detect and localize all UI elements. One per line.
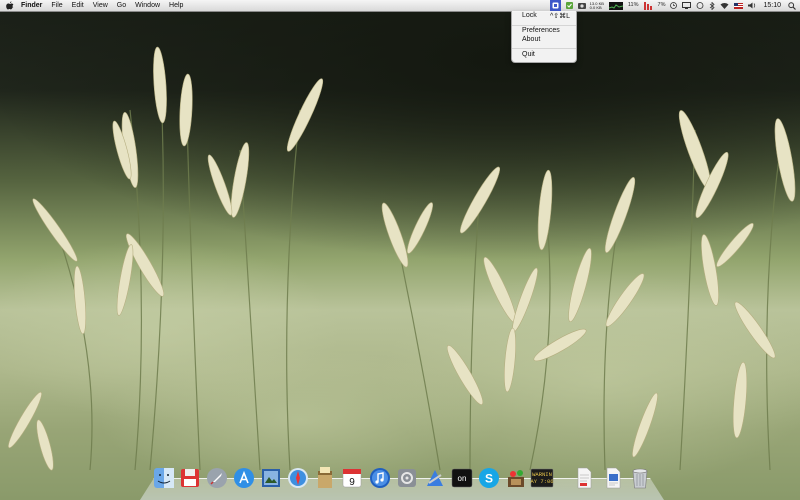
- cpu-monitor-icon[interactable]: [608, 0, 623, 11]
- system-preferences-icon[interactable]: [395, 466, 419, 490]
- menu-item-quit[interactable]: Quit: [522, 51, 535, 58]
- lock-extra-icon[interactable]: [549, 0, 561, 11]
- menu-separator: [512, 25, 576, 26]
- console-text-1: WARNIN: [532, 471, 552, 478]
- terminal-icon[interactable]: on: [450, 466, 474, 490]
- battery-percent-1: 11%: [627, 2, 639, 8]
- apple-icon[interactable]: [5, 0, 15, 11]
- volume-icon[interactable]: [748, 0, 757, 11]
- menu-edit[interactable]: Edit: [72, 0, 84, 11]
- clock-icon[interactable]: [670, 0, 678, 11]
- sync-icon[interactable]: [696, 0, 704, 11]
- calendar-icon[interactable]: 9: [340, 466, 364, 490]
- menu-window[interactable]: Window: [135, 0, 160, 11]
- clock-text[interactable]: 15:10: [763, 0, 781, 11]
- xcode-icon[interactable]: [423, 466, 447, 490]
- menu-file[interactable]: File: [51, 0, 62, 11]
- finder-icon[interactable]: [152, 466, 176, 490]
- menu-separator: [512, 48, 576, 49]
- trash-icon[interactable]: [628, 466, 652, 490]
- menu-view[interactable]: View: [93, 0, 108, 11]
- network-stats[interactable]: 13.0 KB 0.0 KB: [589, 1, 604, 10]
- spotlight-icon[interactable]: [788, 0, 796, 11]
- calendar-day: 9: [349, 477, 355, 488]
- app-store-icon[interactable]: [232, 466, 256, 490]
- document2-icon[interactable]: [601, 466, 625, 490]
- floppy-icon[interactable]: [178, 466, 202, 490]
- battery-percent-2: 7%: [657, 2, 666, 8]
- menu-item-preferences[interactable]: Preferences: [522, 27, 560, 34]
- lock-shortcut: ^⇧⌘L: [549, 13, 570, 20]
- document-icon[interactable]: [572, 466, 596, 490]
- menu-go[interactable]: Go: [117, 0, 126, 11]
- activity-icon[interactable]: [504, 466, 528, 490]
- app-menu-finder[interactable]: Finder: [21, 0, 42, 11]
- notes-icon[interactable]: [313, 466, 337, 490]
- grass-illustration: [0, 46, 800, 490]
- skype-icon[interactable]: S: [477, 466, 501, 490]
- preview-icon[interactable]: [259, 466, 283, 490]
- menu-item-lock[interactable]: Lock: [522, 12, 537, 19]
- memory-bar-icon[interactable]: [643, 0, 653, 11]
- stats-line-2: 0.0 KB: [589, 4, 602, 10]
- display-icon[interactable]: [682, 0, 692, 11]
- menu-bar: Finder File Edit View Go Window Help 13.…: [0, 0, 800, 12]
- status-item-dropdown-menu: Lock ^⇧⌘L Preferences About Quit: [511, 11, 577, 63]
- desktop-wallpaper: [0, 0, 800, 500]
- terminal-text: on: [458, 474, 467, 483]
- itunes-icon[interactable]: [368, 466, 392, 490]
- safari-icon[interactable]: [286, 466, 310, 490]
- camera-extra-icon[interactable]: [577, 0, 586, 11]
- green-extra-icon[interactable]: [565, 0, 573, 11]
- bluetooth-icon[interactable]: [709, 0, 716, 11]
- flag-icon[interactable]: [734, 0, 744, 11]
- rocket-icon[interactable]: [205, 466, 229, 490]
- menu-help[interactable]: Help: [169, 0, 183, 11]
- wifi-icon[interactable]: [720, 0, 729, 11]
- svg-text:S: S: [485, 472, 493, 486]
- console-text-2: AY 7:06: [530, 478, 553, 485]
- console-icon[interactable]: WARNIN AY 7:06: [530, 466, 554, 490]
- menu-item-about[interactable]: About: [522, 36, 540, 43]
